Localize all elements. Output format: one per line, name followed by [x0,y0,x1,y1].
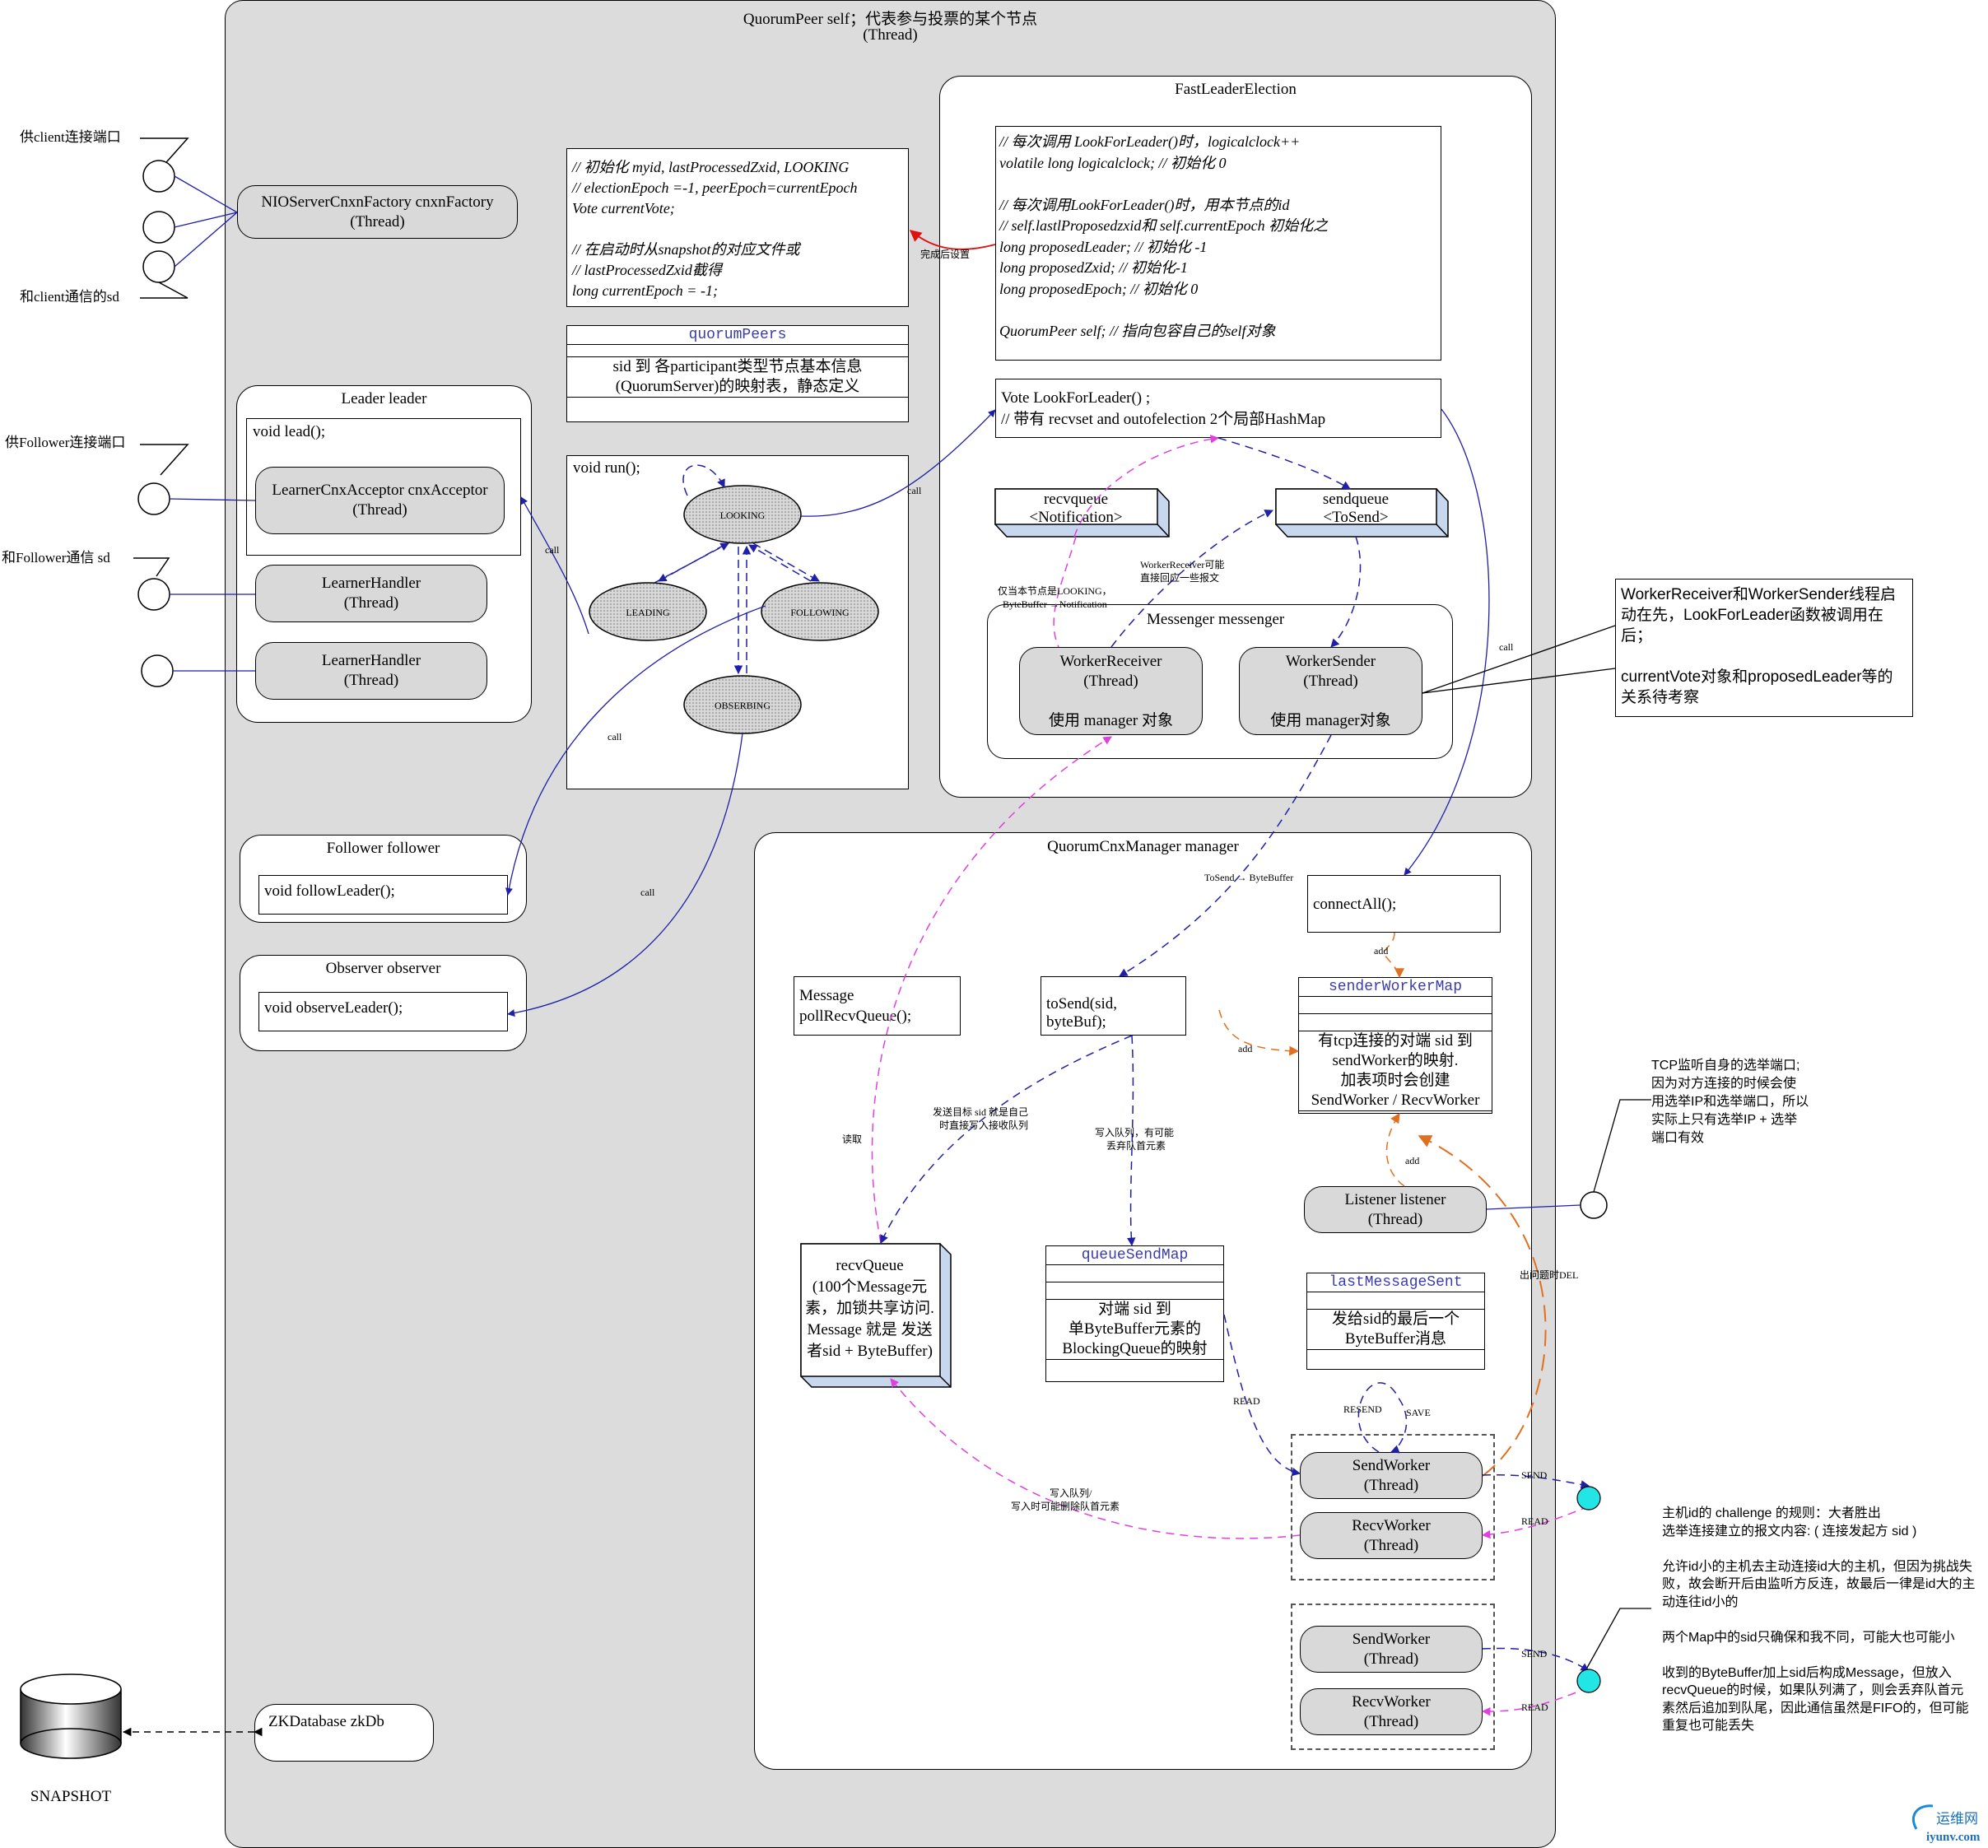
watermark-name: 运维网 [1936,1811,1978,1827]
to-send-bytebuffer-label: ToSend → ByteBuffer [1204,872,1293,883]
add-label-1: add [1374,945,1388,957]
client-port-symbols [133,137,1608,1219]
read-label: READ [1233,1395,1260,1407]
recvqueue-label-1: recvqueue [1044,491,1108,508]
send-label-2: SEND [1521,1648,1548,1659]
call-label-2: call [545,544,560,556]
call-label-4: call [640,887,655,898]
client-port-label: 供client连接端口 [20,129,121,145]
call-label-5: call [1499,641,1514,653]
write-queue-label-1: 写入队列，有可能 [1095,1126,1174,1138]
sendqueue-label-1: sendqueue [1323,491,1389,508]
send-label-1: SEND [1521,1469,1548,1481]
set-after-done-label: 完成后设置 [920,248,970,260]
only-looking-label-2: ByteBuffer →Notification [1003,598,1107,610]
state-looking-label: LOOKING [720,510,766,521]
call-label-1: call [907,485,922,496]
self-target-label-2: 时直接写入接收队列 [939,1119,1028,1131]
follower-sd-label: 和Follower通信 sd [2,550,110,566]
remote-socket-1 [1576,1486,1601,1511]
remote-socket-2 [1576,1669,1601,1693]
call-label-3: call [608,731,622,742]
write-queue-label-2: 丢弃队首元素 [1106,1139,1166,1152]
self-target-label-1: 发送目标 sid 就是自己 [933,1106,1028,1118]
save-label: SAVE [1406,1407,1431,1418]
snapshot-cylinder [20,1673,122,1759]
follower-port-label: 供Follower连接端口 [5,435,125,450]
read-label-cn: 读取 [842,1133,862,1145]
worker-reply-label-2: 直接回应一些报文 [1140,571,1219,584]
sendqueue-label-2: <ToSend> [1323,509,1388,526]
watermark-logo: 运维网 iyunv.com [1911,1804,1981,1844]
diagram-connectors: 供client连接端口 和client通信的sd 供Follower连接端口 和… [2,129,1981,1844]
read-label-2: READ [1521,1701,1548,1713]
write-queue2-label-1: 写入队列/ [1050,1487,1092,1499]
write-queue2-label-2: 写入时可能删除队首元素 [1011,1500,1120,1512]
client-sd-label: 和client通信的sd [20,289,119,305]
only-looking-label-1: 仅当本节点是LOOKING， [998,585,1112,597]
snapshot-label: SNAPSHOT [30,1788,112,1805]
worker-reply-label-1: WorkerReceiver可能 [1140,559,1224,570]
del-label: 出问题时DEL [1520,1269,1578,1281]
watermark-url: iyunv.com [1926,1831,1981,1844]
recvqueue-label-2: <Notification> [1029,509,1122,526]
add-label-3: add [1405,1155,1419,1166]
resend-label: RESEND [1343,1403,1382,1415]
read-label-1: READ [1521,1515,1548,1527]
state-following-label: FOLLOWING [790,607,850,618]
state-obserbing-label: OBSERBING [715,700,771,711]
state-leading-label: LEADING [626,607,670,618]
add-label-2: add [1238,1043,1252,1054]
